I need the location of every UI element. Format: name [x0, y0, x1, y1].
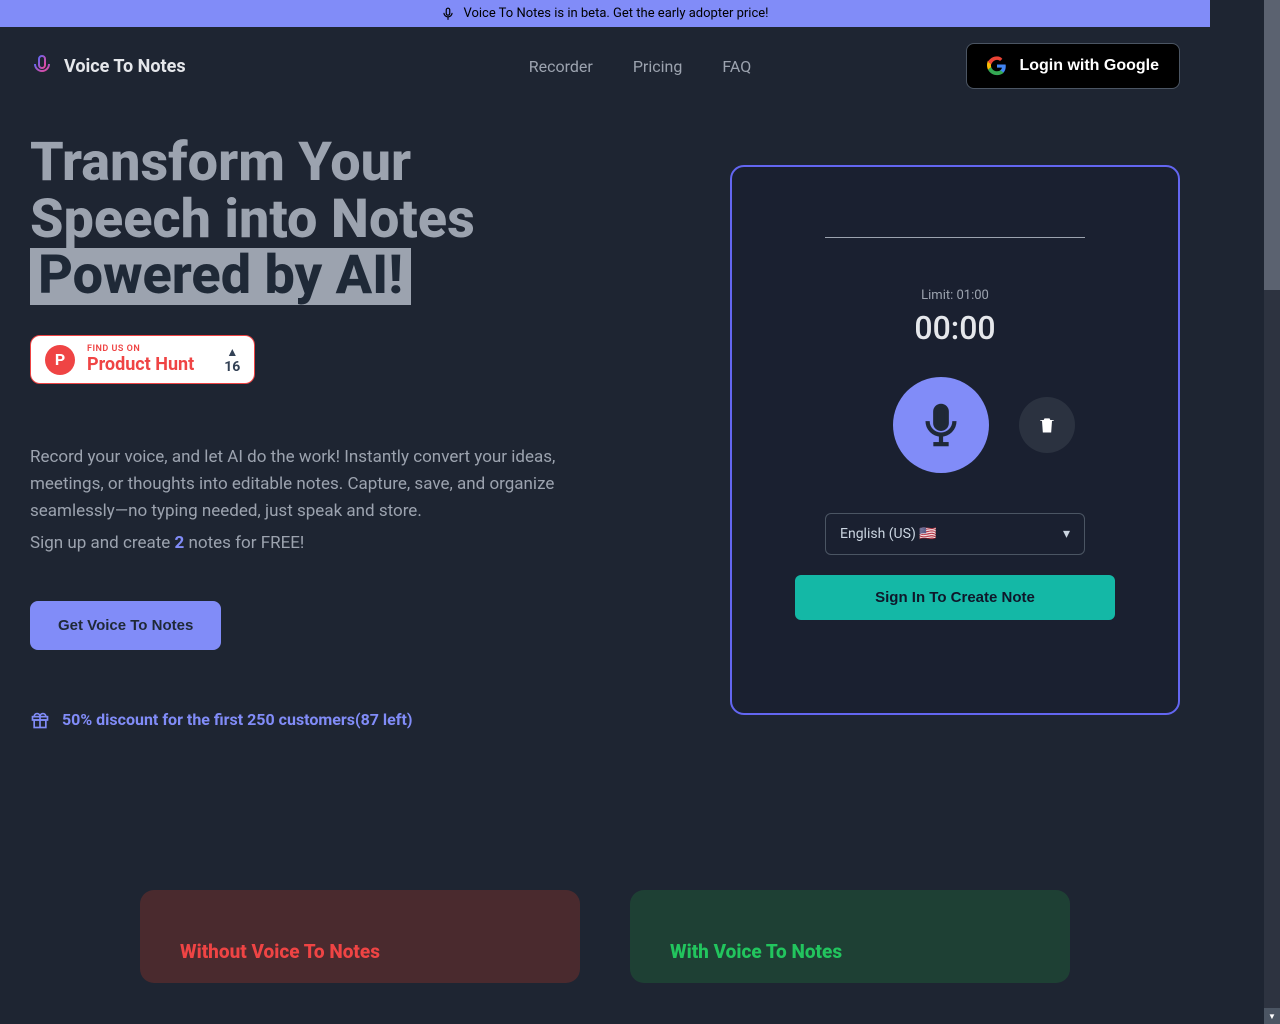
discount-text: 50% discount for the first 250 customers… — [62, 710, 413, 729]
delete-recording-button[interactable] — [1019, 397, 1075, 453]
banner-text: Voice To Notes is in beta. Get the early… — [463, 6, 768, 21]
without-title: Without Voice To Notes — [180, 940, 540, 963]
ph-count: 16 — [224, 359, 240, 375]
hero-line2: Speech into Notes — [30, 188, 475, 251]
login-google-button[interactable]: Login with Google — [966, 43, 1180, 89]
hero-section: Transform Your Speech into Notes Powered… — [30, 135, 680, 730]
with-card: With Voice To Notes — [630, 890, 1070, 983]
hero-line3: Powered by AI! — [30, 248, 411, 305]
product-hunt-badge[interactable]: P FIND US ON Product Hunt ▲ 16 — [30, 335, 255, 384]
language-select[interactable]: English (US) 🇺🇸 ▾ — [825, 513, 1085, 555]
nav-recorder[interactable]: Recorder — [529, 57, 593, 76]
desc2num: 2 — [175, 533, 185, 553]
without-card: Without Voice To Notes — [140, 890, 580, 983]
with-title: With Voice To Notes — [670, 940, 1030, 963]
language-value: English (US) 🇺🇸 — [840, 526, 937, 542]
comparison-section: Without Voice To Notes With Voice To Not… — [0, 890, 1210, 983]
nav-faq[interactable]: FAQ — [722, 57, 751, 76]
microphone-icon — [918, 402, 964, 448]
scrollbar[interactable]: ▼ — [1264, 0, 1280, 1024]
login-label: Login with Google — [1019, 57, 1159, 75]
desc2a: Sign up and create — [30, 533, 175, 553]
scrollbar-thumb[interactable] — [1264, 0, 1280, 290]
hero-title: Transform Your Speech into Notes Powered… — [30, 135, 680, 305]
hero-signup-line: Sign up and create 2 notes for FREE! — [30, 530, 630, 557]
triangle-up-icon: ▲ — [226, 345, 238, 359]
gift-icon — [30, 710, 50, 730]
time-limit: Limit: 01:00 — [921, 288, 989, 303]
main-content: Transform Your Speech into Notes Powered… — [0, 105, 1210, 730]
main-nav: Recorder Pricing FAQ — [529, 57, 751, 76]
hero-line1: Transform Your — [30, 131, 411, 194]
recorder-card: Limit: 01:00 00:00 English (US) 🇺🇸 ▾ Sig… — [730, 165, 1180, 715]
header: Voice To Notes Recorder Pricing FAQ Logi… — [0, 27, 1210, 105]
ph-small-text: FIND US ON — [87, 344, 194, 354]
sign-in-create-note-button[interactable]: Sign In To Create Note — [795, 575, 1115, 620]
get-voice-to-notes-button[interactable]: Get Voice To Notes — [30, 601, 221, 650]
trash-icon — [1037, 415, 1057, 435]
ph-big-text: Product Hunt — [87, 354, 194, 375]
nav-pricing[interactable]: Pricing — [633, 57, 683, 76]
chevron-down-icon: ▾ — [1063, 526, 1070, 542]
brand-name: Voice To Notes — [64, 56, 186, 77]
recorder-controls — [835, 377, 1075, 473]
scroll-down-arrow-icon[interactable]: ▼ — [1264, 1008, 1280, 1024]
google-icon — [987, 56, 1007, 76]
product-hunt-icon: P — [45, 345, 75, 375]
brand-logo[interactable]: Voice To Notes — [30, 54, 186, 78]
timer-display: 00:00 — [914, 309, 995, 347]
hero-description: Record your voice, and let AI do the wor… — [30, 444, 630, 526]
discount-banner: 50% discount for the first 250 customers… — [30, 710, 680, 730]
desc2b: notes for FREE! — [184, 533, 304, 553]
beta-banner: Voice To Notes is in beta. Get the early… — [0, 0, 1210, 27]
record-button[interactable] — [893, 377, 989, 473]
microphone-icon — [441, 7, 455, 21]
ph-upvote: ▲ 16 — [224, 345, 240, 375]
microphone-icon — [30, 54, 54, 78]
waveform-placeholder — [825, 237, 1085, 238]
